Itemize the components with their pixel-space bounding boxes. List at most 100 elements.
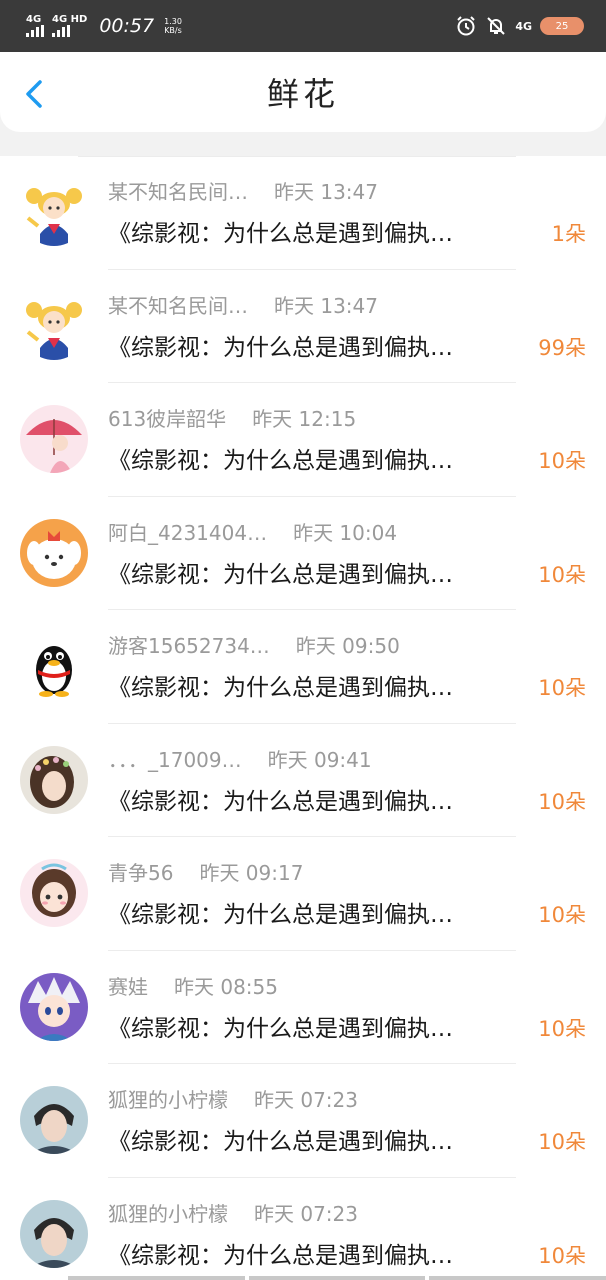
- signal-2-label: 4G HD: [52, 14, 88, 25]
- book-title: 《综影视：为什么总是遇到偏执…: [108, 675, 453, 701]
- book-title: 《综影视：为什么总是遇到偏执…: [108, 1129, 453, 1155]
- list-item[interactable]: 青争56 昨天 09:17 《综影视：为什么总是遇到偏执… 10朵: [0, 837, 606, 951]
- signal-1: 4G: [26, 15, 44, 37]
- sender-name: 613彼岸韶华: [108, 407, 227, 431]
- book-title: 《综影视：为什么总是遇到偏执…: [108, 1242, 453, 1269]
- avatar[interactable]: [20, 745, 88, 814]
- flower-count: 10朵: [538, 1016, 586, 1041]
- book-title: 《综影视：为什么总是遇到偏执…: [108, 221, 453, 247]
- send-time: 昨天 09:41: [267, 747, 372, 772]
- book-title: 《综影视：为什么总是遇到偏执…: [108, 448, 453, 474]
- sender-name: 狐狸的小柠檬: [108, 1201, 228, 1226]
- sender-name: 某不知名民间…: [108, 293, 248, 318]
- network-type: 4G: [515, 19, 532, 33]
- qq-penguin-avatar-icon: [20, 632, 88, 700]
- sailor-moon-avatar-icon: [20, 178, 88, 246]
- sender-line: 游客15652734… 昨天 09:50: [108, 630, 400, 659]
- sender-line: 狐狸的小柠檬 昨天 07:23: [108, 1084, 358, 1113]
- avatar[interactable]: [20, 405, 88, 473]
- signal-1-label: 4G: [26, 14, 42, 25]
- avatar[interactable]: [20, 518, 88, 587]
- girl-umbrella-avatar-icon: [20, 405, 88, 473]
- list-item[interactable]: 狐狸的小柠檬 昨天 07:23 《综影视：为什么总是遇到偏执… 10朵: [0, 1064, 606, 1178]
- status-bar-right: 4G 25: [455, 15, 584, 37]
- clock: 00:57: [99, 15, 155, 37]
- send-time: 昨天 07:23: [254, 1201, 358, 1226]
- send-time: 昨天 13:47: [274, 293, 378, 318]
- send-time: 昨天 12:15: [252, 407, 357, 431]
- flower-count: 10朵: [538, 449, 586, 473]
- list-item[interactable]: 某不知名民间… 昨天 13:47 《综影视：为什么总是遇到偏执… 1朵: [0, 156, 606, 270]
- sender-line: 613彼岸韶华 昨天 12:15: [108, 403, 356, 432]
- sender-line: 某不知名民间… 昨天 13:47: [108, 176, 378, 205]
- avatar[interactable]: [20, 1199, 88, 1268]
- page-title: 鲜花: [266, 75, 339, 113]
- puppy-avatar-icon: [20, 518, 88, 587]
- battery-icon: 25: [540, 17, 584, 35]
- flower-count: 99朵: [538, 335, 586, 360]
- list-item[interactable]: 狐狸的小柠檬 昨天 07:23 《综影视：为什么总是遇到偏执… 10朵: [0, 1178, 606, 1280]
- book-title: 《综影视：为什么总是遇到偏执…: [108, 334, 453, 361]
- flower-count: 10朵: [538, 789, 586, 814]
- send-time: 昨天 09:50: [295, 634, 400, 658]
- sender-name: 狐狸的小柠檬: [108, 1088, 228, 1112]
- network-speed: 1.30 KB/s: [164, 17, 182, 35]
- flower-count: 1朵: [551, 222, 586, 246]
- anime-girl-avatar-icon: [20, 859, 88, 927]
- sender-name: ．．．_17009…: [108, 747, 242, 772]
- status-bar-left: 4G 4G HD 00:57 1.30 KB/s: [26, 15, 182, 37]
- list-item[interactable]: 赛娃 昨天 08:55 《综影视：为什么总是遇到偏执… 10朵: [0, 951, 606, 1065]
- signal-bars-icon: [26, 25, 44, 37]
- man-portrait-avatar-icon: [20, 1199, 88, 1268]
- sender-line: ．．．_17009… 昨天 09:41: [108, 744, 372, 773]
- sender-name: 赛娃: [108, 974, 148, 999]
- sender-name: 某不知名民间…: [108, 180, 248, 204]
- send-time: 昨天 08:55: [174, 974, 278, 999]
- sender-name: 阿白_4231404…: [108, 520, 268, 545]
- sender-name: 青争56: [108, 861, 174, 885]
- sailor-moon-avatar-icon: [20, 291, 88, 360]
- send-time: 昨天 07:23: [254, 1088, 358, 1112]
- girl-flower-crown-avatar-icon: [20, 745, 88, 814]
- sender-line: 青争56 昨天 09:17: [108, 857, 303, 886]
- network-speed-value: 1.30: [164, 17, 182, 26]
- list-item[interactable]: ．．．_17009… 昨天 09:41 《综影视：为什么总是遇到偏执… 10朵: [0, 724, 606, 838]
- bottom-scroll-indicator: [68, 1276, 606, 1280]
- avatar[interactable]: [20, 178, 88, 246]
- sender-line: 赛娃 昨天 08:55: [108, 971, 278, 1000]
- avatar[interactable]: [20, 972, 88, 1041]
- man-portrait-avatar-icon: [20, 1086, 88, 1154]
- list-item[interactable]: 游客15652734… 昨天 09:50 《综影视：为什么总是遇到偏执… 10朵: [0, 610, 606, 724]
- sender-line: 狐狸的小柠檬 昨天 07:23: [108, 1198, 358, 1227]
- send-time: 昨天 09:17: [199, 861, 304, 885]
- list-item[interactable]: 613彼岸韶华 昨天 12:15 《综影视：为什么总是遇到偏执… 10朵: [0, 383, 606, 497]
- avatar[interactable]: [20, 1086, 88, 1154]
- avatar[interactable]: [20, 859, 88, 927]
- list-item[interactable]: 某不知名民间… 昨天 13:47 《综影视：为什么总是遇到偏执… 99朵: [0, 270, 606, 384]
- alarm-icon: [457, 16, 476, 36]
- battery-level: 25: [555, 20, 569, 32]
- header: 鲜花: [0, 52, 606, 132]
- flower-record-list: 某不知名民间… 昨天 13:47 《综影视：为什么总是遇到偏执… 1朵 某不知名…: [0, 156, 606, 1280]
- book-title: 《综影视：为什么总是遇到偏执…: [108, 561, 453, 588]
- list-item[interactable]: 阿白_4231404… 昨天 10:04 《综影视：为什么总是遇到偏执… 10朵: [0, 497, 606, 611]
- status-bar: 4G 4G HD 00:57 1.30 KB/s 4G 25: [0, 0, 606, 52]
- sender-line: 某不知名民间… 昨天 13:47: [108, 290, 378, 319]
- book-title: 《综影视：为什么总是遇到偏执…: [108, 1015, 453, 1042]
- book-title: 《综影视：为什么总是遇到偏执…: [108, 788, 453, 815]
- avatar[interactable]: [20, 632, 88, 700]
- avatar[interactable]: [20, 291, 88, 360]
- back-arrow-icon[interactable]: [20, 78, 48, 110]
- flower-count: 10朵: [538, 1243, 586, 1268]
- flower-count: 10朵: [538, 1130, 586, 1154]
- flower-count: 10朵: [538, 562, 586, 587]
- signal-2: 4G HD: [52, 15, 87, 37]
- sender-name: 游客15652734…: [108, 634, 270, 658]
- flower-count: 10朵: [538, 903, 586, 927]
- network-speed-unit: KB/s: [164, 26, 182, 35]
- send-time: 昨天 10:04: [293, 520, 398, 545]
- notifications-off-icon: [487, 17, 506, 35]
- anime-boy-avatar-icon: [20, 972, 88, 1041]
- sender-line: 阿白_4231404… 昨天 10:04: [108, 517, 397, 546]
- send-time: 昨天 13:47: [274, 180, 378, 204]
